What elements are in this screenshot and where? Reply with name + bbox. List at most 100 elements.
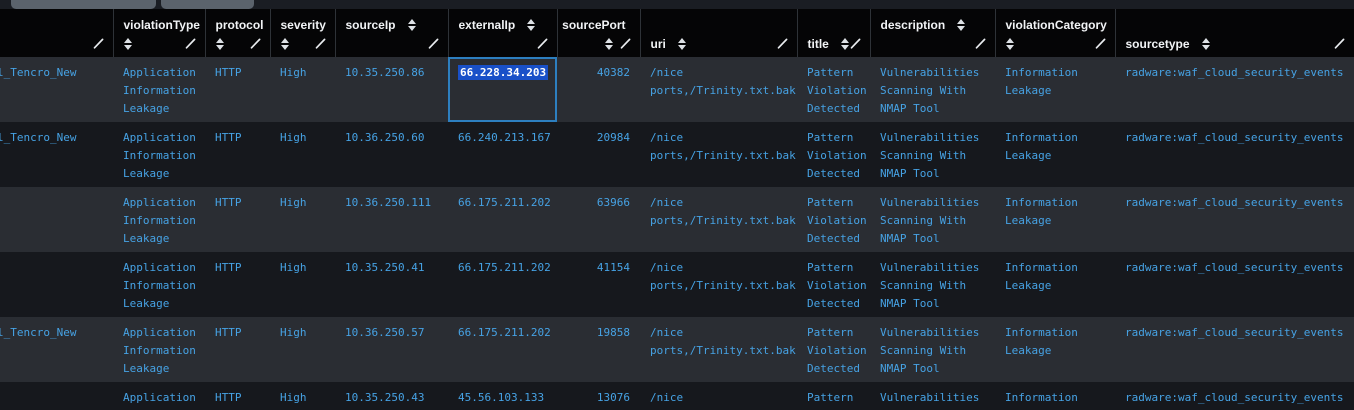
column-header-rowLabel[interactable] (0, 9, 113, 57)
cell-title[interactable]: Pattern Violation Detected (797, 57, 870, 122)
cell-protocol[interactable]: HTTP (205, 317, 270, 382)
cell-violationCategory[interactable]: Information Leakage (995, 187, 1115, 252)
cell-rowLabel[interactable]: l_Tencro_New (0, 317, 113, 382)
cell-severity[interactable]: High (270, 187, 335, 252)
truncated-toolbar-button-2[interactable] (161, 0, 254, 9)
cell-sourcetype[interactable]: radware:waf_cloud_security_events (1115, 187, 1354, 252)
cell-severity[interactable]: High (270, 252, 335, 317)
column-header-externalIp[interactable]: externalIp (448, 9, 557, 57)
cell-violationCategory[interactable]: Information Leakage (995, 317, 1115, 382)
cell-rowLabel[interactable] (0, 382, 113, 410)
column-header-description[interactable]: description (870, 9, 995, 57)
cell-sourceIp[interactable]: 10.35.250.86 (335, 57, 448, 122)
cell-uri[interactable]: /nice ports,/Trinity.txt.bak (640, 57, 797, 122)
edit-column-pencil-icon[interactable] (776, 37, 789, 50)
cell-sourcePort[interactable]: 13076 (557, 382, 640, 410)
sort-icon[interactable] (527, 19, 535, 31)
selected-cell-externalIp[interactable]: 66.228.34.203 (448, 57, 557, 122)
column-header-protocol[interactable]: protocol (205, 9, 270, 57)
edit-column-pencil-icon[interactable] (974, 37, 987, 50)
cell-description[interactable]: Vulnerabilities Scanning With NMAP Tool (870, 187, 995, 252)
cell-description[interactable]: Vulnerabilities Scanning With NMAP Tool (870, 252, 995, 317)
edit-column-pencil-icon[interactable] (314, 37, 327, 50)
sort-icon[interactable] (124, 38, 132, 50)
edit-column-pencil-icon[interactable] (536, 37, 549, 50)
cell-sourcePort[interactable]: 20984 (557, 122, 640, 187)
cell-title[interactable]: Pattern Violation Detected (797, 122, 870, 187)
cell-title[interactable]: Pattern Violation Detected (797, 382, 870, 410)
column-header-severity[interactable]: severity (270, 9, 335, 57)
cell-description[interactable]: Vulnerabilities Scanning With NMAP Tool (870, 317, 995, 382)
column-header-sourcetype[interactable]: sourcetype (1115, 9, 1354, 57)
cell-violationType[interactable]: Application Information Leakage (113, 122, 205, 187)
cell-description[interactable]: Vulnerabilities Scanning With NMAP Tool (870, 382, 995, 410)
cell-severity[interactable]: High (270, 317, 335, 382)
cell-violationType[interactable]: Application Information Leakage (113, 317, 205, 382)
cell-title[interactable]: Pattern Violation Detected (797, 252, 870, 317)
cell-violationType[interactable]: Application Information Leakage (113, 187, 205, 252)
sort-icon[interactable] (605, 38, 613, 50)
cell-severity[interactable]: High (270, 382, 335, 410)
cell-protocol[interactable]: HTTP (205, 187, 270, 252)
cell-sourceIp[interactable]: 10.35.250.41 (335, 252, 448, 317)
column-header-title[interactable]: title (797, 9, 870, 57)
cell-uri[interactable]: /nice ports,/Trinity.txt.bak (640, 317, 797, 382)
sort-icon[interactable] (216, 38, 224, 50)
cell-sourcePort[interactable]: 19858 (557, 317, 640, 382)
cell-protocol[interactable]: HTTP (205, 57, 270, 122)
sort-icon[interactable] (408, 19, 416, 31)
sort-icon[interactable] (678, 38, 686, 50)
cell-sourcePort[interactable]: 63966 (557, 187, 640, 252)
cell-rowLabel[interactable] (0, 187, 113, 252)
cell-uri[interactable]: /nice ports,/Trinity.txt.bak (640, 122, 797, 187)
cell-externalIp[interactable]: 66.175.211.202 (448, 187, 557, 252)
cell-sourcePort[interactable]: 41154 (557, 252, 640, 317)
sort-icon[interactable] (281, 38, 289, 50)
cell-violationCategory[interactable]: Information Leakage (995, 382, 1115, 410)
cell-protocol[interactable]: HTTP (205, 252, 270, 317)
edit-column-pencil-icon[interactable] (1333, 37, 1346, 50)
cell-sourcetype[interactable]: radware:waf_cloud_security_events (1115, 382, 1354, 410)
column-header-uri[interactable]: uri (640, 9, 797, 57)
cell-uri[interactable]: /nice ports,/Trinity.txt.bak (640, 382, 797, 410)
column-header-violationType[interactable]: violationType (113, 9, 205, 57)
cell-sourceIp[interactable]: 10.36.250.57 (335, 317, 448, 382)
cell-severity[interactable]: High (270, 122, 335, 187)
edit-column-pencil-icon[interactable] (427, 37, 440, 50)
sort-icon[interactable] (1006, 38, 1014, 50)
edit-column-pencil-icon[interactable] (92, 37, 105, 50)
cell-title[interactable]: Pattern Violation Detected (797, 317, 870, 382)
cell-externalIp[interactable]: 66.175.211.202 (448, 252, 557, 317)
cell-violationType[interactable]: Application Information Leakage (113, 252, 205, 317)
truncated-toolbar-button-1[interactable] (11, 0, 156, 9)
cell-title[interactable]: Pattern Violation Detected (797, 187, 870, 252)
cell-rowLabel[interactable]: l_Tencro_New (0, 57, 113, 122)
cell-violationCategory[interactable]: Information Leakage (995, 252, 1115, 317)
cell-sourceIp[interactable]: 10.36.250.60 (335, 122, 448, 187)
edit-column-pencil-icon[interactable] (619, 37, 632, 50)
cell-externalIp[interactable]: 66.240.213.167 (448, 122, 557, 187)
cell-sourcetype[interactable]: radware:waf_cloud_security_events (1115, 252, 1354, 317)
column-header-sourcePort[interactable]: sourcePort (557, 9, 640, 57)
cell-sourcetype[interactable]: radware:waf_cloud_security_events (1115, 57, 1354, 122)
sort-icon[interactable] (1202, 38, 1210, 50)
cell-protocol[interactable]: HTTP (205, 382, 270, 410)
cell-violationType[interactable]: Application Information Leakage (113, 382, 205, 410)
cell-uri[interactable]: /nice ports,/Trinity.txt.bak (640, 187, 797, 252)
sort-icon[interactable] (841, 38, 849, 50)
cell-sourcePort[interactable]: 40382 (557, 57, 640, 122)
cell-sourcetype[interactable]: radware:waf_cloud_security_events (1115, 122, 1354, 187)
edit-column-pencil-icon[interactable] (249, 37, 262, 50)
cell-externalIp[interactable]: 45.56.103.133 (448, 382, 557, 410)
cell-description[interactable]: Vulnerabilities Scanning With NMAP Tool (870, 122, 995, 187)
cell-description[interactable]: Vulnerabilities Scanning With NMAP Tool (870, 57, 995, 122)
edit-column-pencil-icon[interactable] (849, 37, 862, 50)
edit-column-pencil-icon[interactable] (184, 37, 197, 50)
cell-rowLabel[interactable] (0, 252, 113, 317)
cell-uri[interactable]: /nice ports,/Trinity.txt.bak (640, 252, 797, 317)
edit-column-pencil-icon[interactable] (1094, 37, 1107, 50)
cell-rowLabel[interactable]: l_Tencro_New (0, 122, 113, 187)
cell-sourceIp[interactable]: 10.36.250.111 (335, 187, 448, 252)
cell-violationType[interactable]: Application Information Leakage (113, 57, 205, 122)
cell-sourceIp[interactable]: 10.35.250.43 (335, 382, 448, 410)
